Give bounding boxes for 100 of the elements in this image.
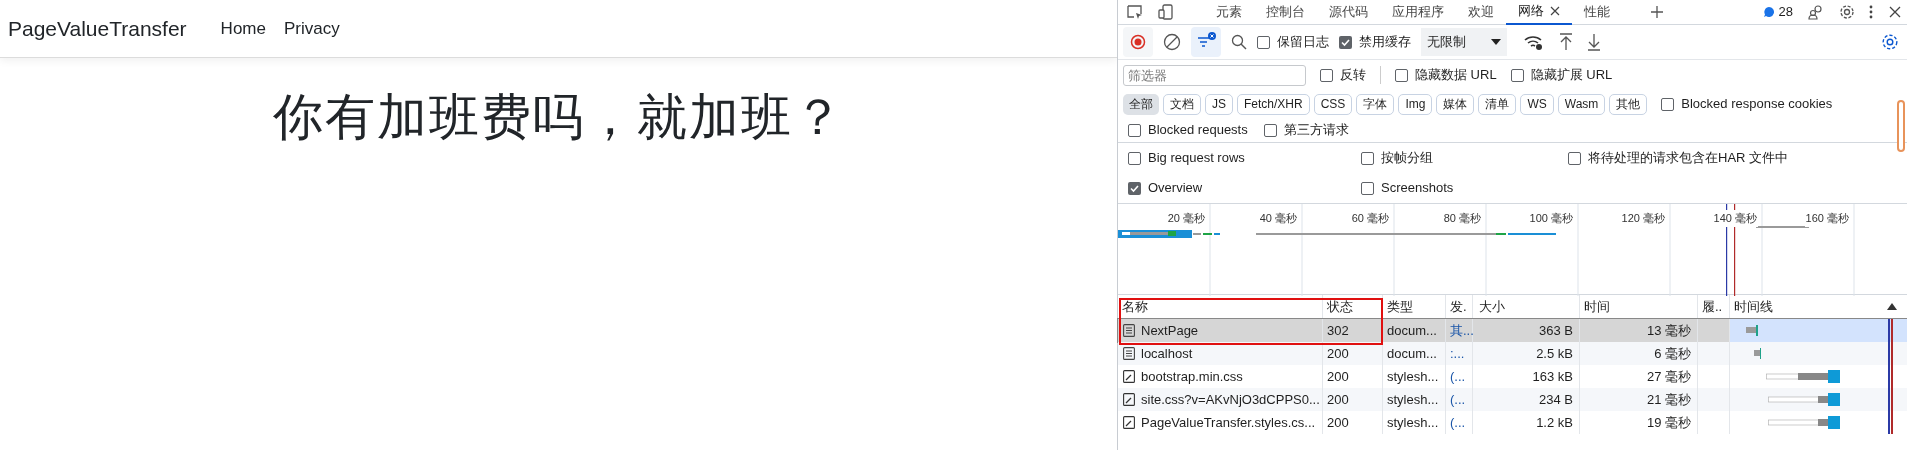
settings-icon[interactable]	[1839, 4, 1855, 20]
people-icon[interactable]	[1807, 4, 1825, 20]
table-cell-text: 13 毫秒	[1646, 321, 1691, 340]
table-cell-text: :...	[1450, 344, 1465, 363]
filter-chip[interactable]: Fetch/XHR	[1237, 93, 1310, 115]
table-cell-text: docum...	[1387, 321, 1437, 340]
tab[interactable]: 性能	[1572, 0, 1622, 25]
filter-chip[interactable]: 文档	[1163, 93, 1201, 115]
checkbox[interactable]	[1263, 123, 1277, 137]
upload-icon[interactable]	[1559, 33, 1573, 51]
tab[interactable]: 元素	[1204, 0, 1254, 25]
scrollbar-thumb[interactable]	[1897, 100, 1905, 152]
filter-chip[interactable]: JS	[1205, 93, 1233, 115]
table-cell-text: 200	[1327, 413, 1349, 432]
table-cell-text: stylesh...	[1387, 390, 1439, 409]
checkbox-label: 第三方请求	[1283, 121, 1349, 140]
clear-icon[interactable]	[1163, 33, 1181, 51]
caret-icon[interactable]	[1491, 39, 1501, 45]
inspect-icon[interactable]	[1126, 4, 1144, 20]
document-icon	[1123, 347, 1135, 360]
close-icon[interactable]	[1550, 6, 1560, 16]
filter-chip[interactable]: 清单	[1478, 93, 1517, 115]
filter-chip[interactable]: Wasm	[1557, 93, 1606, 115]
tab[interactable]: 欢迎	[1456, 0, 1506, 25]
filter-chip[interactable]: 媒体	[1436, 93, 1475, 115]
checkbox[interactable]	[1510, 68, 1524, 82]
brand-link[interactable]: PageValueTransfer	[8, 12, 187, 45]
issues-badge[interactable]: 28	[1762, 2, 1793, 22]
search-icon[interactable]	[1231, 34, 1247, 50]
checkbox[interactable]	[1361, 151, 1374, 165]
tab[interactable]: 网络	[1506, 0, 1572, 25]
device-icon[interactable]	[1158, 4, 1176, 20]
nav-link[interactable]: Privacy	[283, 15, 340, 42]
filter-chip[interactable]: 字体	[1356, 93, 1395, 115]
table-cell-text: (...	[1450, 390, 1466, 409]
filter-chip[interactable]: Img	[1398, 93, 1433, 115]
throttling-dropdown[interactable]: 无限制	[1421, 28, 1507, 56]
tick-label: 60 毫秒	[1350, 210, 1390, 227]
table-cell-text: localhost	[1141, 344, 1193, 363]
page-heading: 你有加班费吗，就加班？	[272, 88, 845, 147]
tick-label: 80 毫秒	[1442, 210, 1482, 227]
filter-chip[interactable]: 其他	[1609, 93, 1648, 115]
nav-link[interactable]: Home	[220, 15, 266, 42]
filter-chip[interactable]: WS	[1520, 93, 1554, 115]
plus-icon[interactable]	[1650, 5, 1664, 19]
table-cell-text: stylesh...	[1387, 367, 1439, 386]
tick-label: 160 毫秒	[1804, 210, 1850, 227]
table-cell-text: 363 B	[1539, 321, 1573, 340]
tab[interactable]: 应用程序	[1380, 0, 1456, 25]
checkbox[interactable]	[1128, 181, 1141, 195]
filter-icon[interactable]	[1191, 27, 1221, 57]
table-cell-text: 200	[1327, 367, 1349, 386]
checkbox[interactable]	[1320, 68, 1333, 82]
checkbox-label: 按帧分组	[1381, 149, 1433, 168]
table-cell-text: stylesh...	[1387, 413, 1439, 432]
record-button[interactable]	[1123, 27, 1153, 57]
checkbox[interactable]	[1661, 97, 1675, 111]
filter-chip[interactable]: 全部	[1123, 93, 1159, 115]
waterfall-bar	[1768, 416, 1840, 429]
tab[interactable]: 控制台	[1254, 0, 1317, 25]
settings-icon[interactable]	[1881, 33, 1899, 51]
checkbox[interactable]	[1568, 151, 1581, 165]
stylesheet-icon	[1123, 416, 1135, 429]
close-icon[interactable]	[1889, 6, 1901, 18]
document-icon	[1123, 324, 1135, 337]
table-row[interactable]: NextPage 302 docum... 其... 363 B 13 毫秒	[1118, 319, 1907, 342]
table-cell-text: 200	[1327, 390, 1349, 409]
table-cell-text: 21 毫秒	[1646, 390, 1691, 409]
more-icon[interactable]	[1869, 5, 1873, 19]
table-cell-text: (...	[1450, 413, 1466, 432]
table-cell-text: 其...	[1450, 321, 1474, 340]
checkbox[interactable]	[1128, 151, 1141, 165]
tab[interactable]: 源代码	[1317, 0, 1380, 25]
table-cell-text: NextPage	[1141, 321, 1199, 340]
checkbox[interactable]	[1395, 68, 1408, 82]
checkbox[interactable]	[1339, 35, 1352, 49]
waterfall-bar	[1768, 393, 1840, 406]
table-cell-text: PageValueTransfer.styles.cs...	[1141, 413, 1316, 432]
checkbox-label: 隐藏数据 URL	[1415, 66, 1497, 85]
table-row[interactable]: localhost 200 docum... :... 2.5 kB 6 毫秒	[1118, 342, 1907, 365]
network-conditions-icon[interactable]	[1523, 33, 1545, 51]
checkbox[interactable]	[1257, 35, 1270, 49]
table-cell-text: bootstrap.min.css	[1141, 367, 1243, 386]
filter-field[interactable]: 筛选器	[1123, 64, 1306, 86]
tick-label: 120 毫秒	[1620, 210, 1666, 227]
tick-label: 100 毫秒	[1528, 210, 1574, 227]
tick-label: 40 毫秒	[1258, 210, 1298, 227]
table-cell-text: site.css?v=AKvNjO3dCPPS0...	[1141, 390, 1320, 409]
filter-chip[interactable]: CSS	[1313, 93, 1353, 115]
checkbox-label: 反转	[1340, 66, 1366, 85]
checkbox-label: Blocked response cookies	[1681, 95, 1833, 114]
stylesheet-icon	[1123, 393, 1135, 406]
waterfall-bar	[1754, 348, 1761, 359]
checkbox[interactable]	[1128, 123, 1141, 137]
checkbox[interactable]	[1361, 181, 1374, 195]
message-icon[interactable]	[1762, 6, 1775, 18]
sort-ascending-icon[interactable]	[1887, 303, 1897, 310]
waterfall-bar	[1746, 325, 1758, 336]
table-row[interactable]: site.css?v=AKvNjO3dCPPS0... 200 stylesh... (... 234 B 21 毫秒	[1118, 388, 1907, 411]
download-icon[interactable]	[1587, 33, 1601, 51]
